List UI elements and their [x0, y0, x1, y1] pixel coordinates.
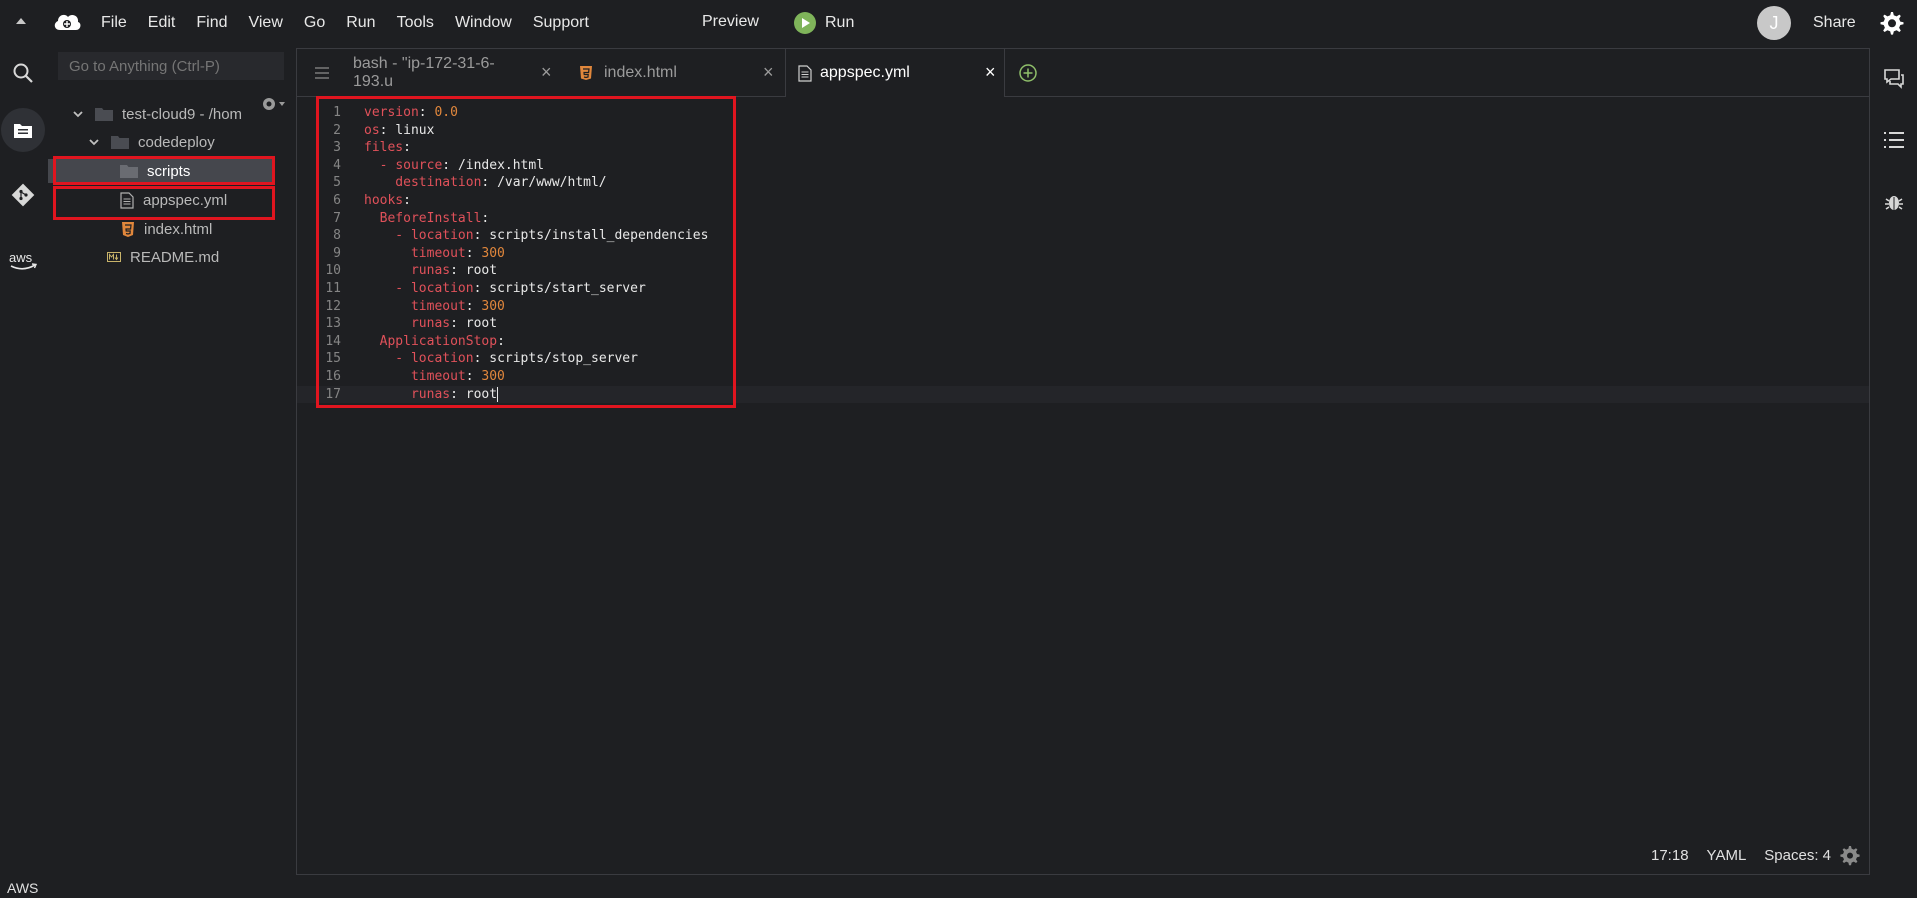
run-button-label: Run — [825, 14, 855, 31]
aws-bottom-label: AWS — [7, 880, 39, 896]
search-icon[interactable] — [8, 58, 38, 88]
menu-support[interactable]: Support — [533, 14, 589, 32]
chevron-down-icon[interactable] — [71, 107, 85, 121]
highlight-box-scripts — [53, 156, 275, 185]
tab-bash-close-icon[interactable]: × — [541, 62, 552, 83]
file-explorer-icon[interactable] — [1, 108, 45, 152]
menu-file[interactable]: File — [101, 14, 127, 32]
tree-settings-gear-icon[interactable] — [260, 96, 292, 112]
collapse-caret-icon[interactable] — [14, 14, 28, 28]
indent-setting[interactable]: Spaces: 4 — [1764, 847, 1831, 864]
menu-edit[interactable]: Edit — [148, 14, 176, 32]
debugger-bug-icon[interactable] — [1882, 190, 1906, 214]
tab-bash[interactable]: bash - "ip-172-31-6-193.u — [353, 49, 513, 97]
menu-view[interactable]: View — [248, 14, 282, 32]
html5-icon — [122, 221, 134, 237]
file-icon — [798, 64, 812, 82]
git-icon[interactable] — [8, 180, 38, 210]
tab-appspec-close-icon[interactable]: × — [985, 62, 996, 83]
go-to-anything-input[interactable] — [58, 52, 284, 80]
share-button[interactable]: Share — [1813, 14, 1856, 32]
editor-settings-gear-icon[interactable] — [1839, 844, 1861, 866]
aws-icon[interactable]: aws — [6, 246, 40, 276]
right-icon-rail — [1872, 46, 1917, 898]
settings-gear-icon[interactable] — [1877, 9, 1905, 37]
tab-index-html[interactable]: index.html — [579, 49, 749, 97]
top-menu-bar: File Edit Find View Go Run Tools Window … — [0, 0, 1917, 46]
tree-row-codedeploy[interactable]: codedeploy — [87, 130, 215, 154]
menu-window[interactable]: Window — [455, 14, 512, 32]
tree-index-label: index.html — [144, 220, 213, 238]
menu-find[interactable]: Find — [196, 14, 227, 32]
chevron-down-icon[interactable] — [87, 135, 101, 149]
menu-tools[interactable]: Tools — [397, 14, 434, 32]
tree-row-root[interactable]: test-cloud9 - /hom — [71, 102, 242, 126]
tree-row-readme[interactable]: README.md — [107, 245, 219, 269]
highlight-box-code — [316, 96, 736, 408]
tab-index-close-icon[interactable]: × — [763, 62, 774, 83]
tab-bar: bash - "ip-172-31-6-193.u × index.html ×… — [297, 49, 1869, 97]
markdown-icon — [107, 252, 121, 262]
play-icon — [794, 12, 816, 34]
preview-button[interactable]: Preview — [702, 13, 759, 31]
main-menu: File Edit Find View Go Run Tools Window … — [101, 0, 610, 46]
folder-icon — [111, 136, 129, 149]
tree-readme-label: README.md — [130, 248, 220, 266]
tab-appspec-label: appspec.yml — [820, 64, 910, 81]
left-icon-rail: aws — [0, 46, 45, 898]
tab-bash-label: bash - "ip-172-31-6-193.u — [353, 55, 495, 90]
tree-row-index[interactable]: index.html — [121, 217, 212, 241]
cursor-position[interactable]: 17:18 — [1651, 847, 1689, 864]
status-bar: 17:18 YAML Spaces: 4 — [1651, 836, 1869, 874]
tab-index-label: index.html — [604, 64, 677, 81]
language-mode[interactable]: YAML — [1707, 847, 1747, 864]
tree-codedeploy-label: codedeploy — [138, 133, 215, 151]
menu-run[interactable]: Run — [346, 14, 375, 32]
hamburger-menu-icon[interactable] — [315, 67, 329, 79]
folder-icon — [95, 108, 113, 121]
add-tab-icon[interactable] — [1018, 63, 1038, 83]
menu-go[interactable]: Go — [304, 14, 325, 32]
outline-list-icon[interactable] — [1882, 128, 1906, 152]
run-button[interactable]: Run — [794, 12, 854, 34]
cloud9-logo-icon[interactable] — [52, 10, 82, 34]
html5-icon — [580, 66, 592, 80]
avatar[interactable]: J — [1757, 6, 1791, 40]
tab-appspec[interactable]: appspec.yml — [785, 49, 1005, 97]
tree-root-label: test-cloud9 - /hom — [122, 105, 243, 123]
aws-logo-text: aws — [9, 250, 33, 265]
collaborate-chat-icon[interactable] — [1882, 66, 1906, 90]
highlight-box-appspec — [53, 186, 275, 220]
